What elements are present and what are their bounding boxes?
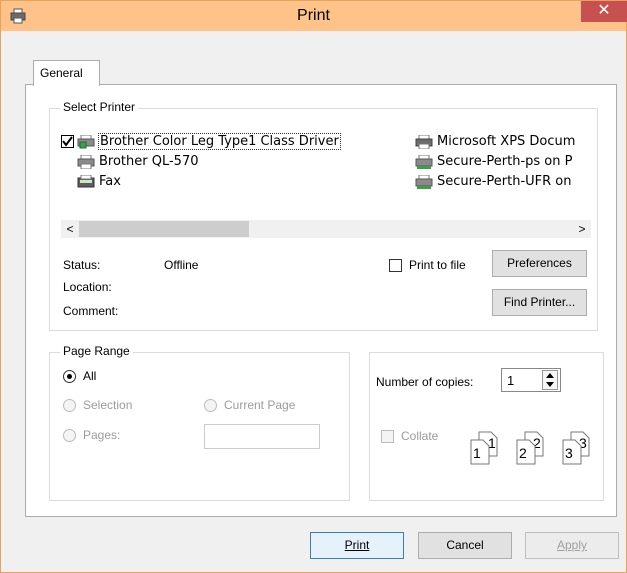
- cancel-button-label: Cancel: [446, 538, 484, 552]
- find-printer-button[interactable]: Find Printer...: [492, 289, 587, 316]
- apply-button[interactable]: Apply: [525, 532, 619, 559]
- preferences-button[interactable]: Preferences: [492, 250, 587, 277]
- chevron-right-icon: >: [578, 222, 586, 236]
- pages-label[interactable]: Pages:: [83, 428, 120, 442]
- collate-checkbox[interactable]: [381, 430, 394, 443]
- print-button-label: Print: [344, 538, 370, 552]
- general-tab-panel: Select Printer Brother Color Leg Type1 C…: [25, 84, 617, 517]
- printer-name: Brother QL-570: [99, 154, 199, 169]
- close-button[interactable]: ✕: [581, 1, 627, 22]
- printer-item[interactable]: Secure-Perth-UFR on: [415, 173, 591, 191]
- print-button[interactable]: Print: [310, 532, 404, 559]
- status-value: Offline: [164, 258, 199, 272]
- printer-icon: [415, 135, 433, 149]
- spin-down-icon[interactable]: [543, 380, 557, 389]
- network-printer-icon: [415, 155, 433, 169]
- printer-item[interactable]: Secure-Perth-ps on P: [415, 153, 591, 171]
- selection-label[interactable]: Selection: [83, 398, 132, 412]
- printer-name: Secure-Perth-UFR on: [437, 174, 572, 189]
- copies-value: 1: [507, 373, 515, 388]
- printer-item[interactable]: Brother QL-570: [61, 153, 371, 171]
- scroll-left-button[interactable]: <: [61, 220, 79, 238]
- collate-label[interactable]: Collate: [401, 429, 438, 443]
- find-printer-button-label: Find Printer...: [503, 295, 576, 309]
- printer-icon: [77, 155, 95, 169]
- tab-general-label: General: [40, 66, 83, 80]
- all-radio[interactable]: [63, 370, 76, 383]
- cancel-button[interactable]: Cancel: [418, 532, 512, 559]
- fax-icon: [77, 175, 95, 188]
- printer-name: Microsoft XPS Docum: [437, 134, 576, 149]
- close-icon: ✕: [597, 2, 611, 19]
- printer-name: Secure-Perth-ps on P: [437, 154, 573, 169]
- spin-up-icon[interactable]: [543, 371, 557, 380]
- printer-item[interactable]: Brother Color Leg Type1 Class Driver: [61, 133, 371, 151]
- copies-spinner[interactable]: [542, 370, 558, 390]
- print-to-file-label[interactable]: Print to file: [409, 258, 466, 272]
- select-printer-legend: Select Printer: [60, 100, 139, 114]
- page-range-legend: Page Range: [60, 344, 133, 358]
- printer-icon: [77, 135, 95, 149]
- selected-check-icon: [61, 135, 74, 148]
- collate-illustration: 1 1 2 2 3 3: [466, 429, 598, 469]
- printer-name: Fax: [99, 174, 121, 189]
- window-title: Print: [297, 7, 330, 24]
- selection-radio[interactable]: [63, 399, 76, 412]
- apply-button-label: Apply: [556, 538, 588, 552]
- scroll-right-button[interactable]: >: [573, 220, 591, 238]
- location-label: Location:: [63, 280, 112, 294]
- network-printer-icon: [415, 175, 433, 189]
- horizontal-scrollbar[interactable]: < >: [61, 220, 591, 238]
- radio-selected-dot: [67, 374, 72, 379]
- printer-item[interactable]: Fax: [61, 173, 371, 191]
- collate-page-number: 1: [473, 445, 481, 461]
- printer-item[interactable]: Microsoft XPS Docum: [415, 133, 591, 151]
- status-label: Status:: [63, 258, 101, 272]
- tab-general[interactable]: General: [33, 60, 100, 86]
- collate-page-number: 2: [519, 445, 527, 461]
- comment-label: Comment:: [63, 304, 119, 318]
- current-page-radio[interactable]: [204, 399, 217, 412]
- pages-radio[interactable]: [63, 429, 76, 442]
- print-to-file-checkbox[interactable]: [389, 259, 402, 272]
- print-dialog: Print ✕ General Select Printer Brother C…: [0, 0, 627, 573]
- current-page-label[interactable]: Current Page: [224, 398, 295, 412]
- copies-input[interactable]: 1: [501, 368, 561, 392]
- title-bar[interactable]: Print ✕: [1, 1, 627, 31]
- scroll-thumb[interactable]: [79, 221, 249, 237]
- chevron-left-icon: <: [66, 222, 74, 236]
- preferences-button-label: Preferences: [507, 256, 572, 270]
- copies-label: Number of copies:: [376, 375, 474, 389]
- collate-page-number: 3: [565, 445, 573, 461]
- printer-name: Brother Color Leg Type1 Class Driver: [98, 133, 341, 150]
- all-label[interactable]: All: [83, 369, 96, 383]
- pages-input[interactable]: [204, 424, 320, 449]
